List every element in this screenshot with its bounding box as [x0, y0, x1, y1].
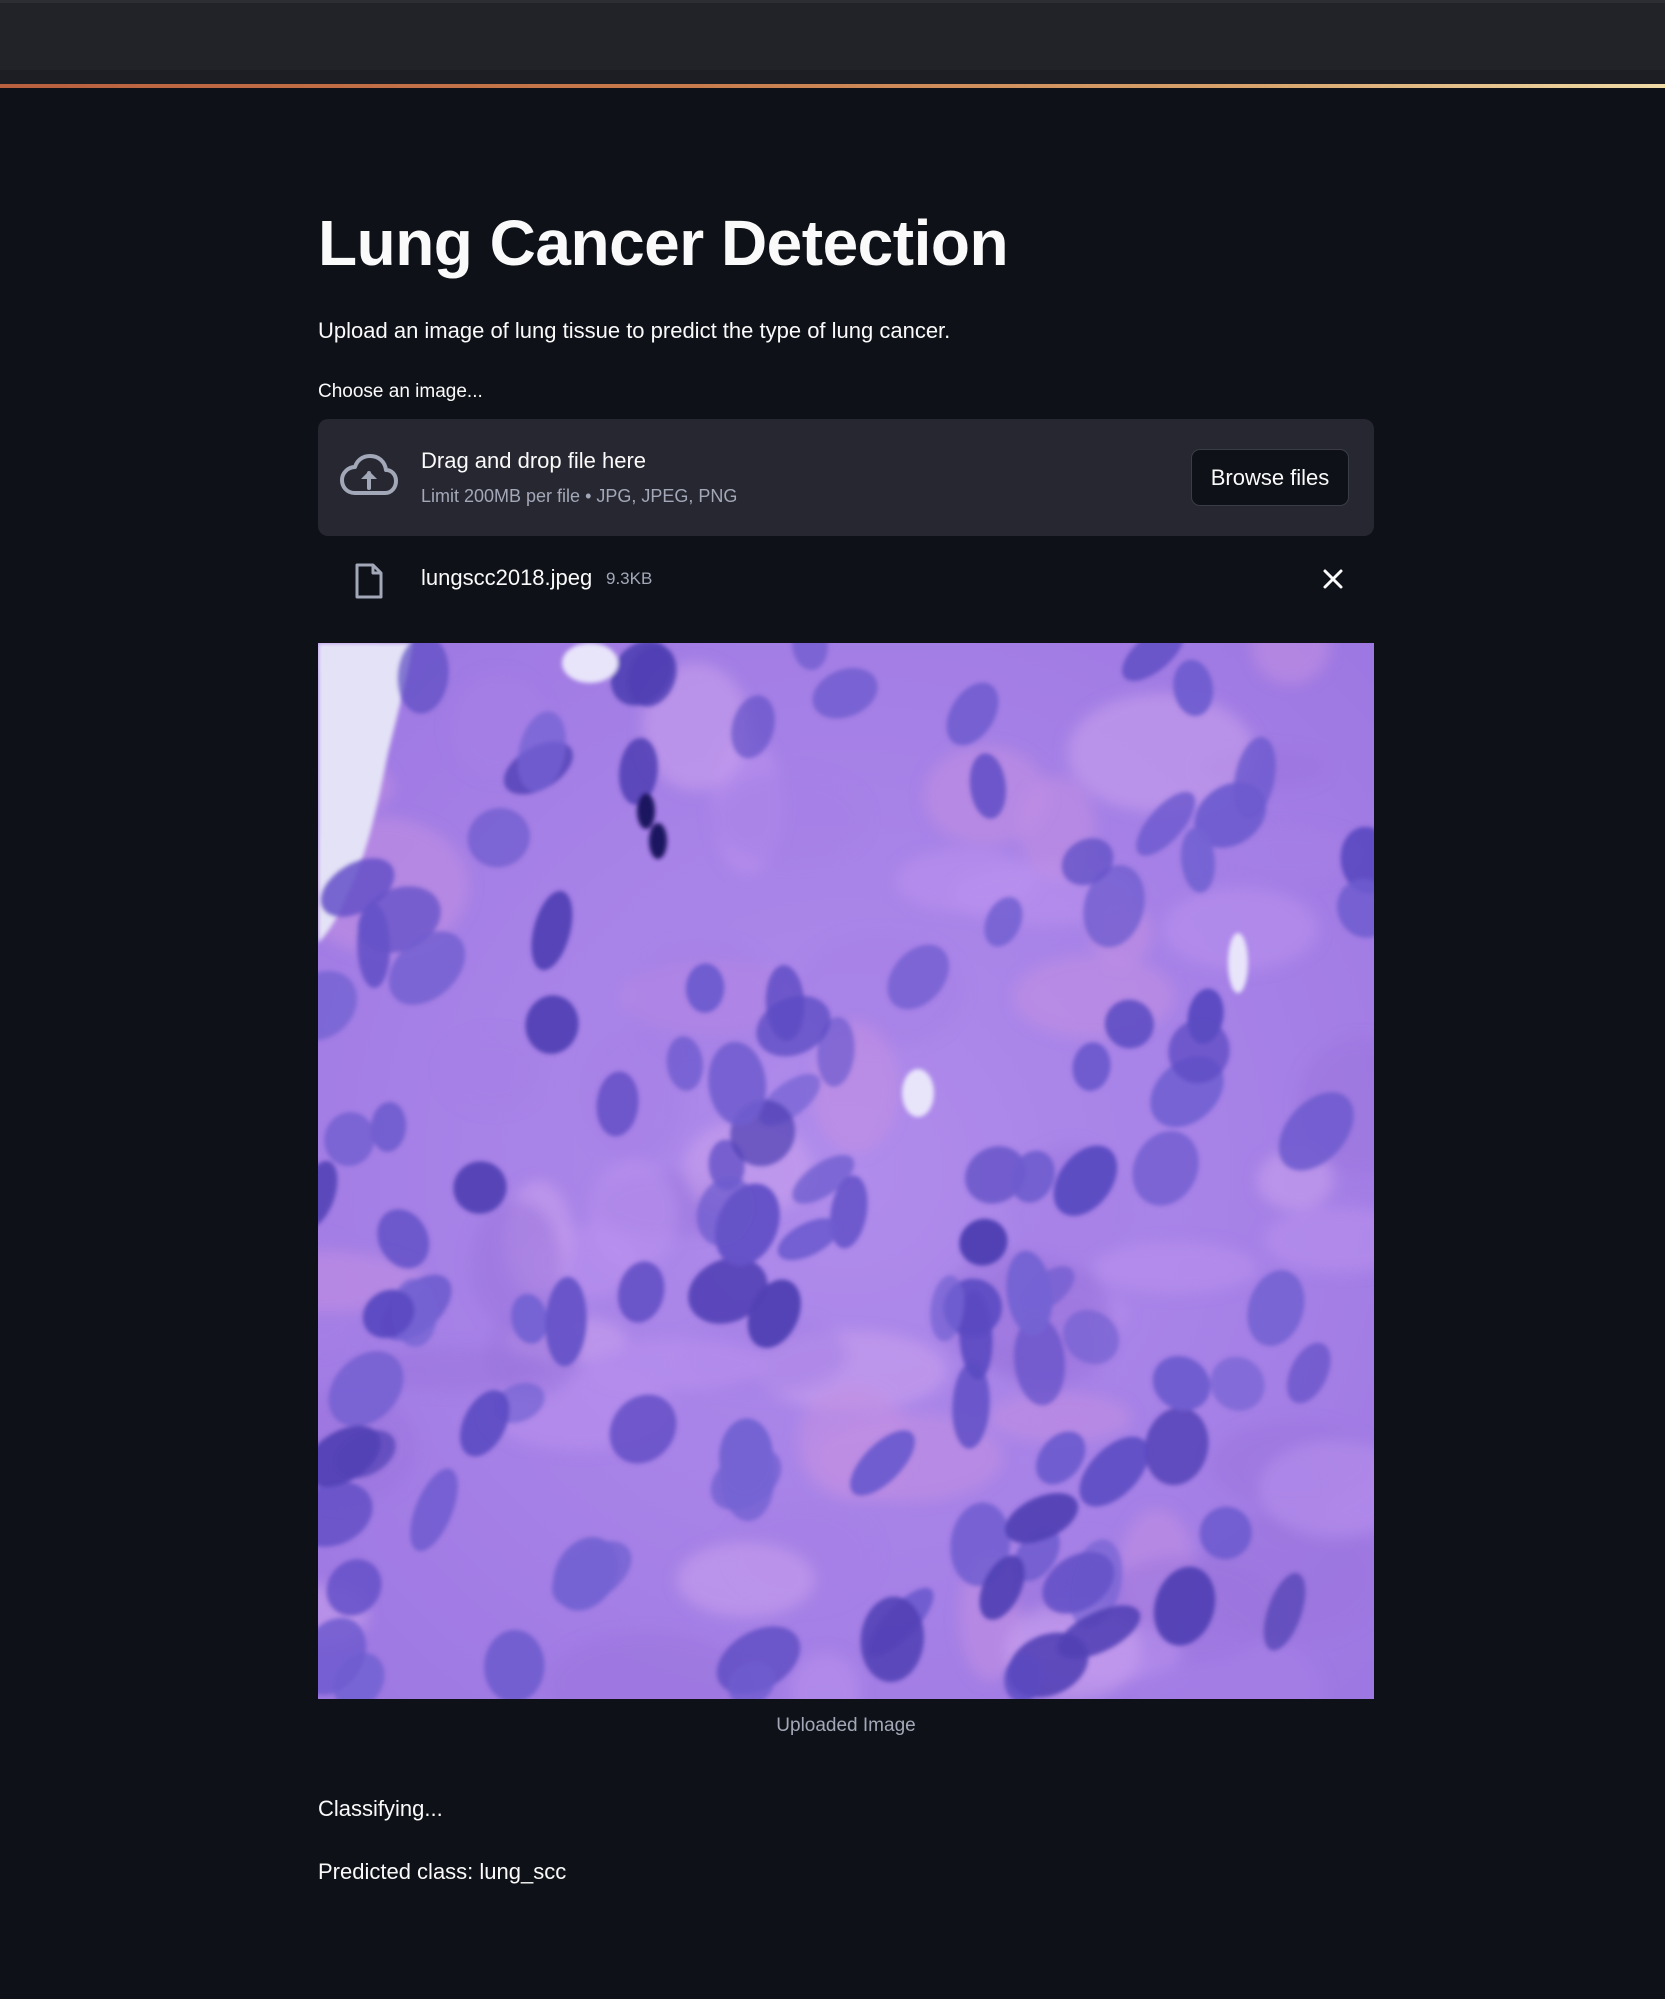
- lung-tissue-image: [318, 643, 1374, 1699]
- header-bottom: [0, 70, 1665, 84]
- image-caption: Uploaded Image: [776, 1715, 916, 1736]
- file-dropzone[interactable]: Drag and drop file here Limit 200MB per …: [318, 419, 1374, 536]
- remove-file-button[interactable]: [1316, 562, 1350, 596]
- dropzone-instructions: Drag and drop file here: [421, 448, 647, 473]
- classification-status: Classifying...: [318, 1796, 443, 1821]
- uploaded-file-row: lungscc2018.jpeg 9.3KB: [318, 548, 1374, 610]
- uploaded-file-name: lungscc2018.jpeg: [421, 565, 593, 590]
- page-title: Lung Cancer Detection: [318, 207, 1009, 279]
- cloud-upload-icon: [340, 454, 398, 495]
- page-description: Upload an image of lung tissue to predic…: [318, 318, 951, 343]
- dropzone-file-limit: Limit 200MB per file • JPG, JPEG, PNG: [421, 486, 738, 506]
- predicted-class-result: Predicted class: lung_scc: [318, 1859, 567, 1884]
- header-decoration-bar: [0, 84, 1665, 88]
- file-uploader-label: Choose an image...: [318, 381, 483, 402]
- uploaded-image: [318, 643, 1374, 1699]
- uploaded-file-size: 9.3KB: [606, 569, 653, 588]
- close-icon: [1323, 569, 1343, 589]
- browse-files-button[interactable]: Browse files: [1191, 449, 1349, 506]
- file-icon: [355, 563, 383, 599]
